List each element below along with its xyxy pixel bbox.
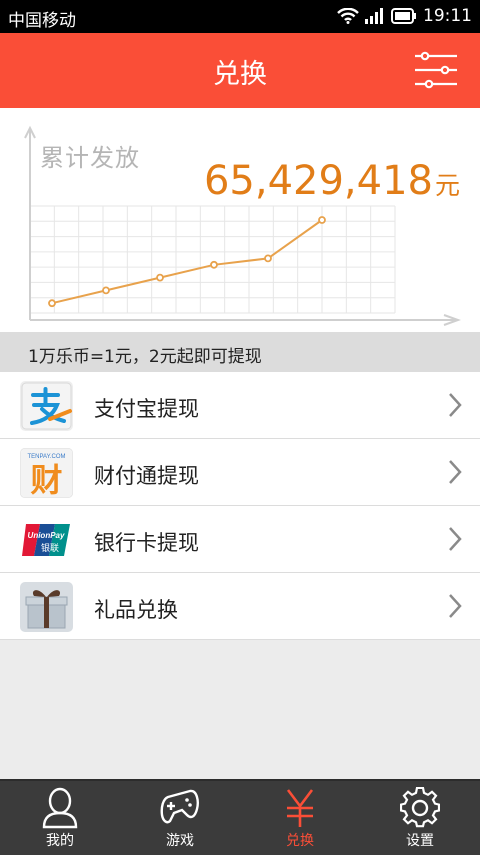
page-title: 兑换 bbox=[213, 59, 267, 90]
tenpay-logo-text: TENPAY.COM bbox=[27, 454, 65, 460]
data-point bbox=[210, 260, 218, 269]
unionpay-icon: UnionPay 银联 bbox=[20, 515, 73, 565]
withdraw-options-list: 支付宝提现 TENPAY.COM 财 财付通提现 UnionPay 银联 银行卡… bbox=[0, 372, 480, 640]
bottom-tab-bar: 我的 游戏 兑换 设置 bbox=[0, 779, 480, 855]
app-header: 兑换 bbox=[0, 33, 480, 108]
person-icon bbox=[42, 787, 78, 829]
option-bank-card[interactable]: UnionPay 银联 银行卡提现 bbox=[0, 506, 480, 573]
tab-label: 游戏 bbox=[166, 833, 194, 849]
unionpay-logo-cn: 银联 bbox=[41, 542, 59, 554]
total-label: 累计发放 bbox=[40, 144, 140, 172]
exchange-rate-text: 1万乐币=1元，2元起即可提现 bbox=[28, 347, 262, 367]
tab-label: 我的 bbox=[46, 833, 74, 849]
carrier-name: 中国移动 bbox=[8, 11, 76, 31]
tab-settings[interactable]: 设置 bbox=[360, 781, 480, 855]
tab-label: 兑换 bbox=[286, 833, 314, 849]
gamepad-icon bbox=[160, 789, 199, 824]
signal-icon bbox=[365, 8, 383, 24]
clock: 19:11 bbox=[423, 6, 472, 26]
tenpay-logo-char: 财 bbox=[30, 461, 62, 498]
chevron-right-icon bbox=[449, 393, 462, 417]
tab-label: 设置 bbox=[406, 833, 434, 849]
option-alipay[interactable]: 支付宝提现 bbox=[0, 372, 480, 439]
data-point bbox=[318, 216, 326, 224]
series-line bbox=[51, 219, 323, 305]
tab-exchange[interactable]: 兑换 bbox=[240, 781, 360, 855]
chevron-right-icon bbox=[449, 527, 462, 551]
chevron-right-icon bbox=[449, 594, 462, 618]
yen-icon bbox=[286, 789, 314, 827]
status-bar: 中国移动 19:11 bbox=[0, 0, 480, 33]
option-label: 礼品兑换 bbox=[94, 598, 178, 622]
battery-icon bbox=[391, 8, 416, 24]
alipay-icon bbox=[20, 381, 73, 431]
distribution-stats: 累计发放 65,429,418 元 bbox=[0, 108, 480, 332]
gift-icon bbox=[20, 582, 73, 632]
option-label: 银行卡提现 bbox=[94, 531, 199, 555]
chevron-right-icon bbox=[449, 460, 462, 484]
gear-icon bbox=[400, 787, 440, 828]
total-amount-value: 65,429,418 bbox=[203, 158, 433, 204]
option-gift[interactable]: 礼品兑换 bbox=[0, 573, 480, 640]
unionpay-logo-text: UnionPay bbox=[28, 531, 65, 540]
tab-games[interactable]: 游戏 bbox=[120, 781, 240, 855]
data-point bbox=[102, 286, 110, 295]
tenpay-icon: TENPAY.COM 财 bbox=[20, 448, 73, 498]
total-amount: 65,429,418 元 bbox=[204, 158, 460, 204]
option-label: 支付宝提现 bbox=[94, 397, 199, 421]
data-point bbox=[48, 299, 56, 308]
option-label: 财付通提现 bbox=[94, 464, 199, 488]
exchange-rate-notice: 1万乐币=1元，2元起即可提现 bbox=[0, 332, 480, 372]
data-point bbox=[156, 273, 164, 282]
option-tenpay[interactable]: TENPAY.COM 财 财付通提现 bbox=[0, 439, 480, 506]
wifi-icon bbox=[337, 8, 359, 24]
data-point bbox=[264, 254, 272, 263]
total-amount-unit: 元 bbox=[434, 171, 460, 200]
chart-grid bbox=[29, 205, 396, 314]
settings-sliders-icon[interactable] bbox=[413, 50, 459, 90]
tab-mine[interactable]: 我的 bbox=[0, 781, 120, 855]
